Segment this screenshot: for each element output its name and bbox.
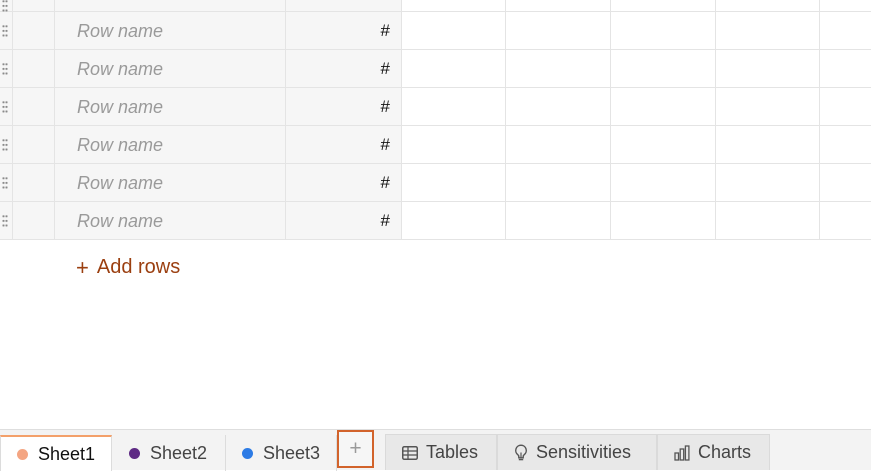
lightbulb-icon xyxy=(514,443,528,462)
data-cell[interactable] xyxy=(611,202,716,239)
tables-button[interactable]: Tables xyxy=(385,434,497,470)
sheet-color-dot xyxy=(242,447,253,459)
table-row: Row name # xyxy=(0,164,871,202)
row-drag-handle[interactable] xyxy=(0,164,12,201)
data-cell[interactable] xyxy=(716,164,820,201)
drag-dots-icon xyxy=(2,61,8,76)
drag-dots-icon xyxy=(2,213,8,228)
tab-sheet3[interactable]: Sheet3 xyxy=(226,435,337,471)
sensitivities-button[interactable]: Sensitivities xyxy=(497,434,657,470)
data-cell[interactable] xyxy=(402,126,506,163)
data-cell[interactable] xyxy=(402,164,506,201)
data-cell[interactable] xyxy=(611,164,716,201)
data-cell[interactable] xyxy=(611,126,716,163)
row-name-cell[interactable]: Row name xyxy=(54,202,285,239)
table-row: Row name # xyxy=(0,126,871,164)
row-drag-handle[interactable] xyxy=(0,88,12,125)
sheet-grid: Row name # Row name # Row name # Row nam… xyxy=(0,0,871,240)
data-cell[interactable] xyxy=(402,12,506,49)
row-name-cell[interactable]: Row name xyxy=(54,126,285,163)
data-cell[interactable] xyxy=(506,164,611,201)
sheet-color-dot xyxy=(17,448,28,460)
data-cell[interactable] xyxy=(716,126,820,163)
row-drag-handle[interactable] xyxy=(0,12,12,49)
data-cell[interactable] xyxy=(611,12,716,49)
data-cell[interactable] xyxy=(611,50,716,87)
row-index-cell xyxy=(12,126,54,163)
tab-label: Sheet3 xyxy=(263,442,321,463)
plus-icon: + xyxy=(349,437,362,460)
add-rows-label: Add rows xyxy=(96,256,181,278)
data-cell[interactable] xyxy=(716,202,820,239)
data-cell[interactable] xyxy=(506,12,611,49)
row-unit-cell[interactable]: # xyxy=(285,50,402,87)
row-unit-cell[interactable]: # xyxy=(285,202,402,239)
bar-chart-icon xyxy=(674,444,690,461)
table-row: Row name # xyxy=(0,50,871,88)
data-cell[interactable] xyxy=(716,0,820,11)
table-row xyxy=(0,0,871,13)
tab-sheet1[interactable]: Sheet1 xyxy=(0,435,112,471)
drag-dots-icon xyxy=(2,99,8,114)
tables-label: Tables xyxy=(426,442,479,462)
row-index-cell xyxy=(12,202,54,239)
drag-dots-icon xyxy=(2,137,8,152)
table-icon xyxy=(402,445,418,460)
tab-label: Sheet2 xyxy=(150,442,208,463)
row-drag-handle[interactable] xyxy=(0,50,12,87)
data-cell[interactable] xyxy=(402,0,506,11)
data-cell[interactable] xyxy=(506,88,611,125)
table-row: Row name # xyxy=(0,88,871,126)
data-cell[interactable] xyxy=(716,50,820,87)
row-index-cell xyxy=(12,164,54,201)
row-unit-cell[interactable] xyxy=(285,0,402,11)
sensitivities-label: Sensitivities xyxy=(536,442,632,462)
charts-label: Charts xyxy=(698,442,752,462)
row-index-cell xyxy=(12,12,54,49)
data-cell[interactable] xyxy=(506,202,611,239)
row-name-cell[interactable]: Row name xyxy=(54,50,285,87)
row-unit-cell[interactable]: # xyxy=(285,126,402,163)
row-drag-handle[interactable] xyxy=(0,202,12,239)
data-cell[interactable] xyxy=(716,12,820,49)
row-name-cell[interactable] xyxy=(54,0,285,11)
data-cell[interactable] xyxy=(402,88,506,125)
table-row: Row name # xyxy=(0,12,871,50)
row-drag-handle[interactable] xyxy=(0,126,12,163)
drag-dots-icon xyxy=(2,23,8,38)
data-cell[interactable] xyxy=(506,126,611,163)
tab-sheet2[interactable]: Sheet2 xyxy=(112,435,226,471)
add-sheet-button[interactable]: + xyxy=(337,430,374,468)
row-unit-cell[interactable]: # xyxy=(285,164,402,201)
row-index-cell xyxy=(12,50,54,87)
data-cell[interactable] xyxy=(402,202,506,239)
row-index-cell xyxy=(12,88,54,125)
data-cell[interactable] xyxy=(402,50,506,87)
table-row: Row name # xyxy=(0,202,871,240)
tab-label: Sheet1 xyxy=(38,443,96,464)
drag-dots-icon xyxy=(2,175,8,190)
row-unit-cell[interactable]: # xyxy=(285,12,402,49)
plus-icon: + xyxy=(76,254,89,280)
row-index-cell xyxy=(12,0,54,11)
sheet-color-dot xyxy=(129,447,140,459)
row-name-cell[interactable]: Row name xyxy=(54,12,285,49)
data-cell[interactable] xyxy=(611,88,716,125)
add-rows-button[interactable]: + Add rows xyxy=(76,256,180,279)
row-name-cell[interactable]: Row name xyxy=(54,164,285,201)
data-cell[interactable] xyxy=(611,0,716,11)
row-drag-handle[interactable] xyxy=(0,0,12,13)
data-cell[interactable] xyxy=(506,0,611,11)
charts-button[interactable]: Charts xyxy=(657,434,770,470)
data-cell[interactable] xyxy=(716,88,820,125)
row-unit-cell[interactable]: # xyxy=(285,88,402,125)
drag-dots-icon xyxy=(2,0,8,13)
row-name-cell[interactable]: Row name xyxy=(54,88,285,125)
data-cell[interactable] xyxy=(506,50,611,87)
